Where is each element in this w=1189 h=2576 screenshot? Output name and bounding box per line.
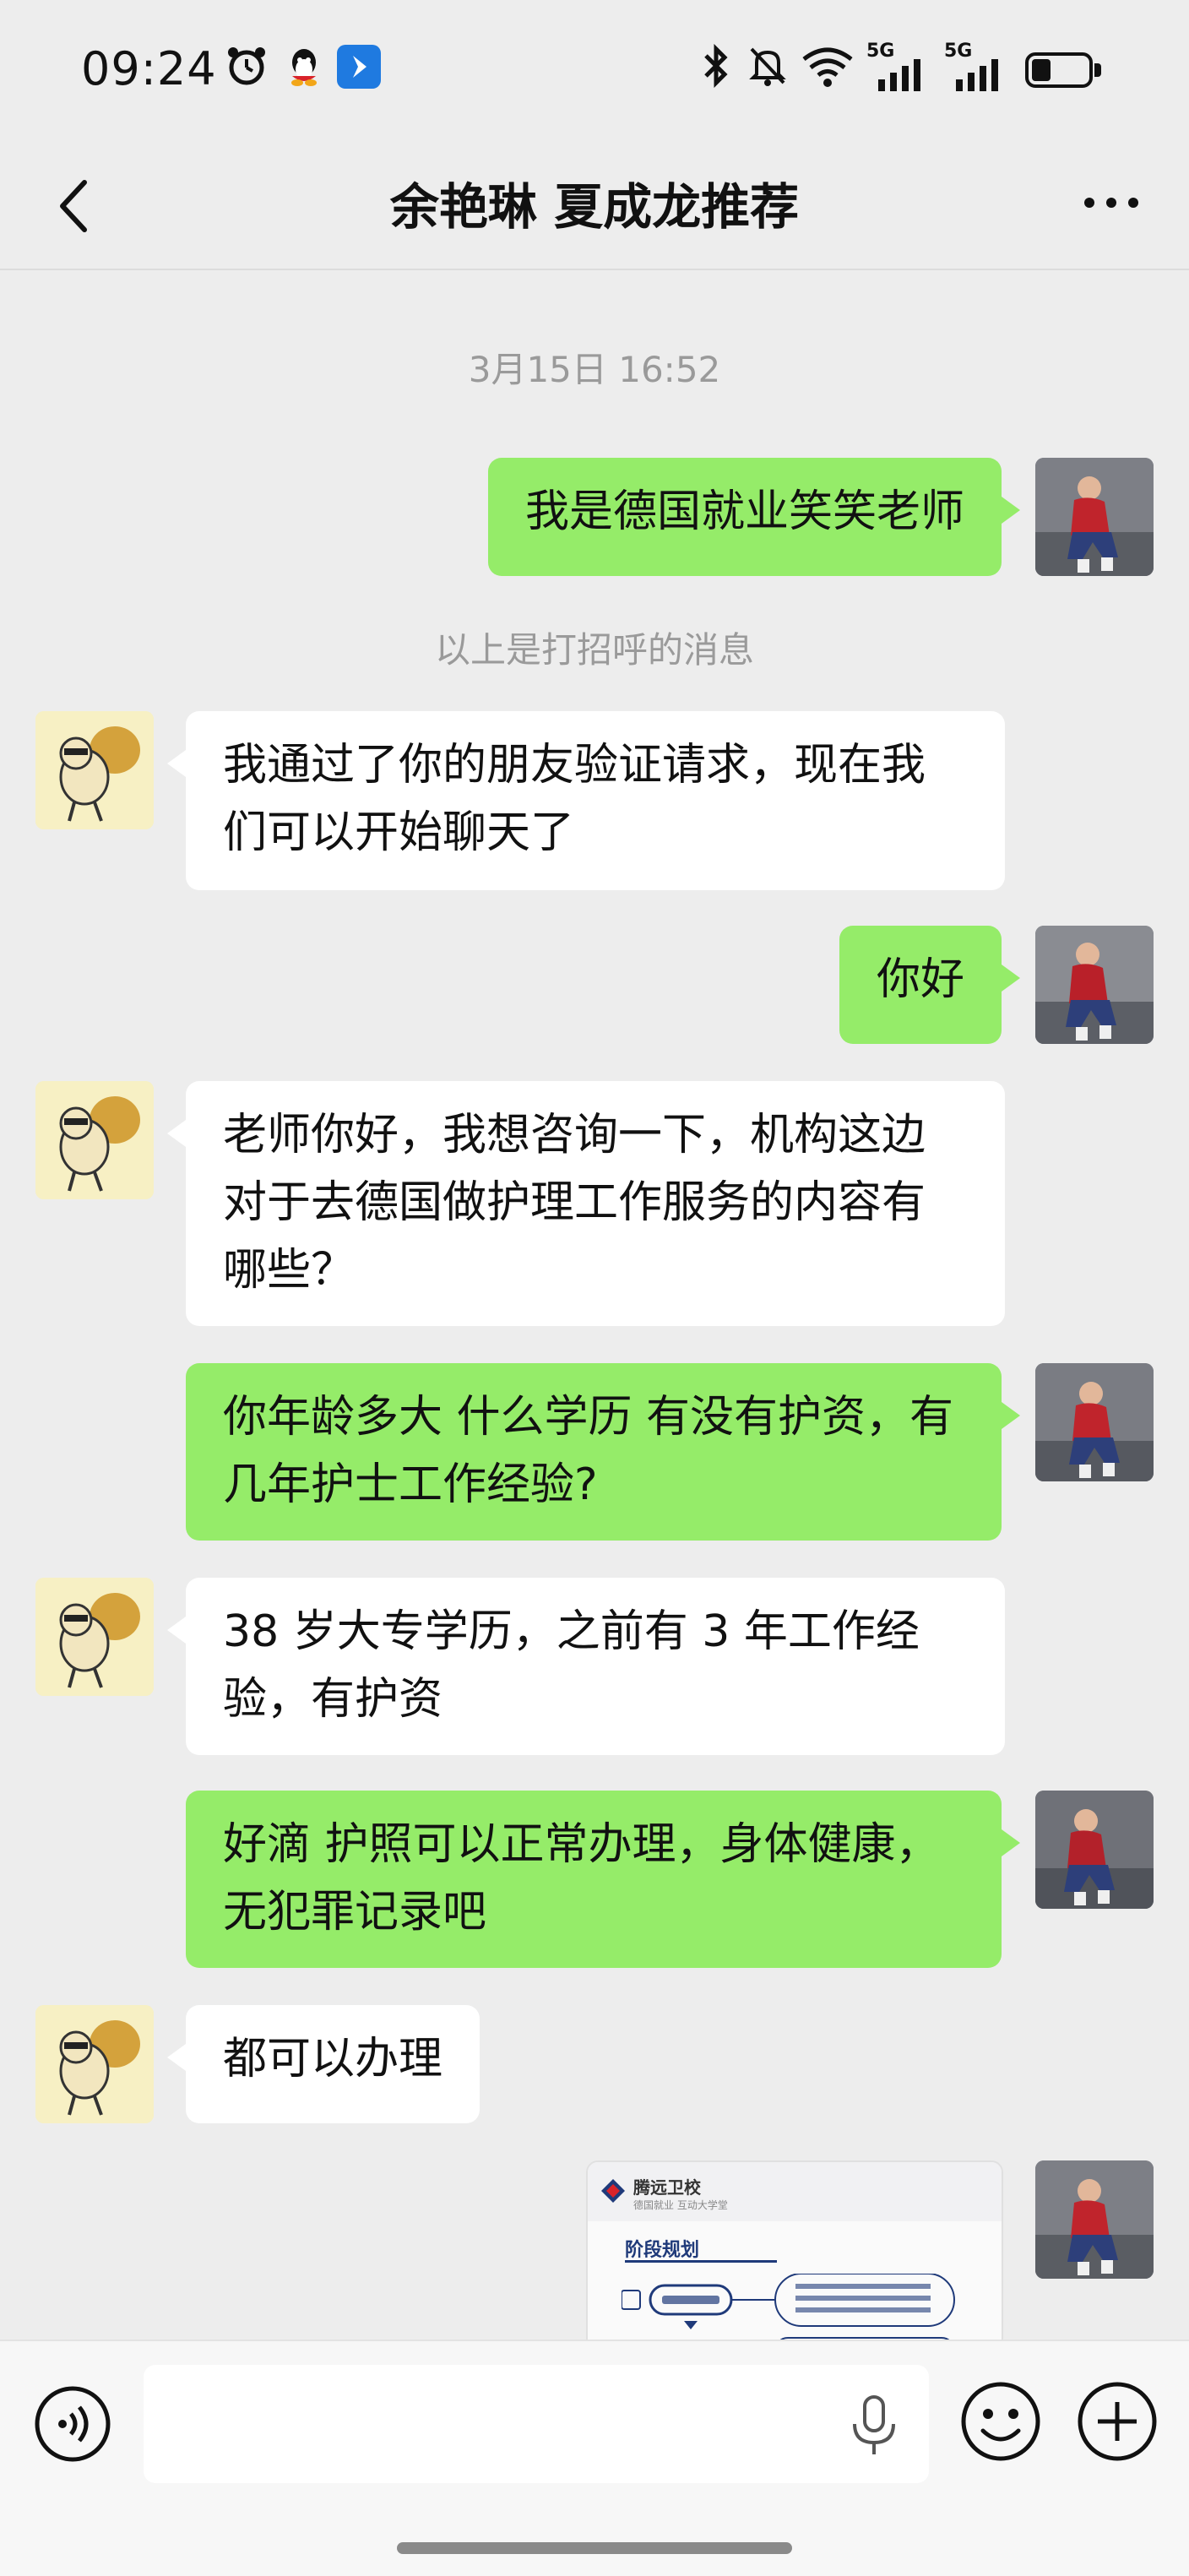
cartoon-cat-icon — [35, 1578, 154, 1696]
outgoing-message[interactable]: 你好 — [839, 926, 1021, 1044]
signal-5g-icon: 5G — [866, 41, 934, 91]
signal-5g-icon: 5G — [944, 41, 1012, 91]
incoming-message[interactable]: 我通过了你的朋友验证请求，现在我们可以开始聊天了 — [167, 711, 1005, 890]
voice-icon[interactable] — [32, 2383, 113, 2465]
home-indicator — [397, 2542, 792, 2554]
contact-avatar[interactable] — [35, 1578, 154, 1696]
network-label: 5G — [866, 41, 895, 62]
outgoing-message[interactable]: 好滴 护照可以正常办理，身体健康，无犯罪记录吧 — [186, 1791, 1020, 1968]
contact-avatar[interactable] — [35, 1081, 154, 1199]
person-photo-icon — [1035, 1791, 1154, 1909]
cartoon-cat-icon — [35, 2005, 154, 2123]
cartoon-cat-icon — [35, 711, 154, 829]
image-card-brand: 腾远卫校 — [633, 2177, 701, 2198]
image-card-title: 阶段规划 — [625, 2240, 700, 2261]
bluetooth-icon — [704, 44, 728, 88]
image-card-subbrand: 德国就业 互动大学堂 — [633, 2199, 728, 2211]
chat-header: 余艳琳 夏成龙推荐 — [0, 144, 1189, 270]
my-avatar[interactable] — [1035, 926, 1154, 1044]
message-input[interactable] — [144, 2365, 929, 2483]
person-photo-icon — [1035, 458, 1154, 576]
plus-icon[interactable] — [1074, 2378, 1160, 2465]
more-dots-icon[interactable] — [1078, 177, 1145, 228]
message-timestamp: 3月15日 16:52 — [468, 349, 721, 390]
alarm-icon — [228, 47, 265, 85]
status-bar: 09:24 5G 5G — [0, 0, 1189, 144]
person-photo-icon — [1035, 2160, 1154, 2279]
my-avatar[interactable] — [1035, 1791, 1154, 1909]
microphone-icon[interactable] — [846, 2394, 902, 2458]
network-label: 5G — [944, 41, 973, 62]
system-notice: 以上是打招呼的消息 — [434, 629, 754, 671]
image-card-underline — [625, 2260, 777, 2263]
status-time: 09:24 — [81, 42, 217, 95]
outgoing-message[interactable]: 你年龄多大 什么学历 有没有护资，有几年护士工作经验? — [186, 1363, 1020, 1541]
input-bar — [0, 2340, 1189, 2576]
incoming-message[interactable]: 都可以办理 — [166, 2005, 480, 2123]
wifi-icon — [802, 47, 853, 87]
outgoing-message[interactable]: 我是德国就业笑笑老师 — [487, 458, 1021, 576]
my-avatar[interactable] — [1035, 458, 1154, 576]
qq-icon — [291, 49, 317, 86]
app-icon — [337, 45, 381, 89]
person-photo-icon — [1035, 926, 1154, 1044]
emoji-icon[interactable] — [958, 2378, 1044, 2465]
contact-avatar[interactable] — [35, 711, 154, 829]
chat-area[interactable]: 3月15日 16:52 我是德国就业笑笑老师 以上是打招呼的消息 我通过了你的朋… — [0, 270, 1189, 2340]
chat-title: 余艳琳 夏成龙推荐 — [389, 178, 800, 236]
image-card-header: 腾远卫校 德国就业 互动大学堂 — [588, 2162, 1002, 2221]
battery-icon — [1025, 52, 1103, 90]
cartoon-cat-icon — [35, 1081, 154, 1199]
my-avatar[interactable] — [1035, 1363, 1154, 1481]
incoming-message[interactable]: 老师你好，我想咨询一下，机构这边对于去德国做护理工作服务的内容有哪些？ — [167, 1081, 1005, 1326]
my-avatar[interactable] — [1035, 2160, 1154, 2279]
school-logo-icon — [601, 2179, 625, 2203]
mute-bell-icon — [749, 47, 786, 86]
image-message[interactable]: 腾远卫校 德国就业 互动大学堂 阶段规划 — [586, 2160, 1003, 2356]
contact-avatar[interactable] — [35, 2005, 154, 2123]
incoming-message[interactable]: 38 岁大专学历，之前有 3 年工作经验，有护资 — [167, 1578, 1005, 1755]
person-photo-icon — [1035, 1363, 1154, 1481]
